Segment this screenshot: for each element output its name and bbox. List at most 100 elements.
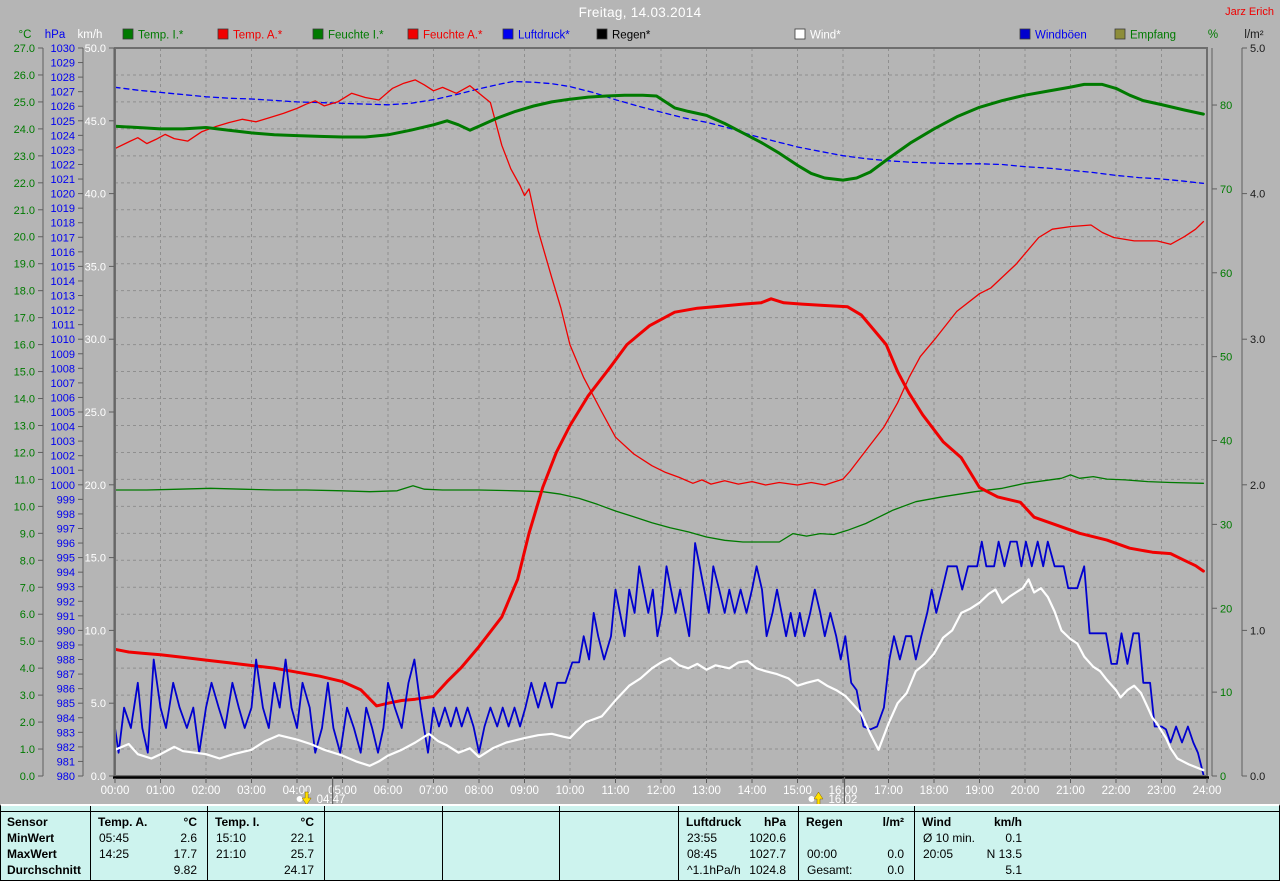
table-column-divider xyxy=(559,806,560,880)
axis-tick-label: 70 xyxy=(1220,184,1232,196)
axis-tick-label: 1022 xyxy=(51,159,75,171)
axis-tick-label: 1004 xyxy=(51,422,75,434)
legend-swatch-temp_a xyxy=(217,28,229,40)
axis-tick-label: 1007 xyxy=(51,378,75,390)
axis-tick-label: 1016 xyxy=(51,247,75,259)
axis-tick-label: 1002 xyxy=(51,451,75,463)
legend-label-feuchte_i: Feuchte I.* xyxy=(328,30,384,42)
axis-tick-label: 11.0 xyxy=(14,474,35,486)
axis-tick-label: 6.0 xyxy=(20,609,35,621)
stats-value-temp-i: 25.7 xyxy=(290,847,314,861)
axis-tick-label: 988 xyxy=(57,655,75,667)
legend-label-regen: Regen* xyxy=(612,30,651,42)
axis-tick-label: 50.0 xyxy=(85,43,106,55)
axis-tick-label: 999 xyxy=(57,494,75,506)
axis-header-hPa: hPa xyxy=(45,29,66,41)
axis-tick-label: 4.0 xyxy=(20,663,35,675)
marker-moon-dot xyxy=(296,796,303,802)
legend-label-temp_a: Temp. A.* xyxy=(233,30,283,42)
axis-tick-label: 15.0 xyxy=(14,367,35,379)
stats-unit-regen: l/m² xyxy=(882,815,904,829)
x-tick-label: 13:00 xyxy=(692,785,721,797)
x-tick-label: 23:00 xyxy=(1147,785,1176,797)
axis-tick-label: 3.0 xyxy=(1250,334,1265,346)
axis-tick-label: 0 xyxy=(1220,771,1226,783)
axis-tick-label: 2.0 xyxy=(20,717,35,729)
axis-tick-label: 1017 xyxy=(51,232,75,244)
x-tick-label: 01:00 xyxy=(146,785,175,797)
axis-tick-label: 1006 xyxy=(51,392,75,404)
stats-value-wind: N 13.5 xyxy=(986,847,1022,861)
axis-tick-label: 1009 xyxy=(51,349,75,361)
axis-tick-label: 1005 xyxy=(51,407,75,419)
legend-label-wind: Wind* xyxy=(810,30,841,42)
axis-tick-label: 982 xyxy=(57,742,75,754)
marker-moon-dot xyxy=(808,796,815,802)
legend-label-temp_i: Temp. I.* xyxy=(138,30,184,42)
stats-unit-temp-a: °C xyxy=(183,815,197,829)
axis-tick-label: 1029 xyxy=(51,58,75,70)
stats-unit-luftdruck: hPa xyxy=(763,815,786,829)
axis-tick-label: 14.0 xyxy=(14,394,35,406)
legend-swatch-empfang xyxy=(1114,28,1126,40)
axis-tick-label: 985 xyxy=(57,698,75,710)
axis-tick-label: 1020 xyxy=(51,189,75,201)
table-top-rule xyxy=(1,811,1279,812)
axis-tick-label: 10.0 xyxy=(14,501,35,513)
axis-tick-label: 40 xyxy=(1220,436,1232,448)
stats-value-temp-i: 24.17 xyxy=(283,863,314,877)
legend-swatch-regen xyxy=(596,28,608,40)
stats-value-wind: 5.1 xyxy=(1005,863,1022,877)
axis-tick-label: 26.0 xyxy=(14,70,35,82)
x-tick-label: 00:00 xyxy=(101,785,130,797)
axis-tick-label: 998 xyxy=(57,509,75,521)
axis-tick-label: 994 xyxy=(57,567,75,579)
x-tick-label: 07:00 xyxy=(419,785,448,797)
axis-tick-label: 981 xyxy=(57,756,75,768)
x-tick-label: 03:00 xyxy=(237,785,266,797)
axis-tick-label: 1012 xyxy=(51,305,75,317)
x-tick-label: 19:00 xyxy=(965,785,994,797)
stats-unit-wind: km/h xyxy=(993,815,1022,829)
axis-tick-label: 35.0 xyxy=(85,261,106,273)
legend-swatch-wind xyxy=(794,28,806,40)
axis-tick-label: 1018 xyxy=(51,218,75,230)
axis-tick-label: 25.0 xyxy=(14,97,35,109)
axis-tick-label: 1025 xyxy=(51,116,75,128)
chart-canvas: 0.0 1.0 2.0 3.0 4.0 5.0 6.0 7.0 8.0 9.0 10.0 11.0 12… xyxy=(0,0,1280,806)
stats-value-luftdruck: 1024.8 xyxy=(749,863,786,877)
axis-tick-label: 1.0 xyxy=(20,744,35,756)
axis-tick-label: 1003 xyxy=(51,436,75,448)
stats-value-temp-i: 22.1 xyxy=(290,831,314,845)
x-tick-label: 20:00 xyxy=(1011,785,1040,797)
axis-tick-label: 1008 xyxy=(51,363,75,375)
axis-tick-label: 30 xyxy=(1220,519,1232,531)
x-tick-label: 12:00 xyxy=(647,785,676,797)
axis-tick-label: 1026 xyxy=(51,101,75,113)
axis-tick-label: 80 xyxy=(1220,100,1232,112)
axis-tick-label: 60 xyxy=(1220,268,1232,280)
axis-tick-label: 0.0 xyxy=(91,771,106,783)
axis-tick-label: 984 xyxy=(57,713,75,725)
legend-swatch-temp_i xyxy=(122,28,134,40)
legend-swatch-feuchte_a xyxy=(407,28,419,40)
axis-tick-label: 19.0 xyxy=(14,259,35,271)
axis-tick-label: 12.0 xyxy=(14,447,35,459)
axis-tick-label: 45.0 xyxy=(85,116,106,128)
legend-swatch-luftdruck xyxy=(502,28,514,40)
stats-value-temp-a: 9.82 xyxy=(173,863,197,877)
x-tick-label: 11:00 xyxy=(602,785,630,797)
table-column-divider xyxy=(442,806,443,880)
x-tick-label: 09:00 xyxy=(510,785,539,797)
x-tick-label: 21:00 xyxy=(1056,785,1085,797)
axis-tick-label: 27.0 xyxy=(14,43,35,55)
axis-tick-label: 996 xyxy=(57,538,75,550)
stats-value-regen: 0.0 xyxy=(887,847,904,861)
axis-tick-label: 5.0 xyxy=(1250,43,1265,55)
axis-tick-label: 5.0 xyxy=(91,698,106,710)
axis-tick-label: 22.0 xyxy=(14,178,35,190)
axis-tick-label: 991 xyxy=(57,611,75,623)
stats-value-luftdruck: 1027.7 xyxy=(749,847,786,861)
axis-tick-label: 1014 xyxy=(51,276,75,288)
axis-tick-label: 25.0 xyxy=(85,407,106,419)
